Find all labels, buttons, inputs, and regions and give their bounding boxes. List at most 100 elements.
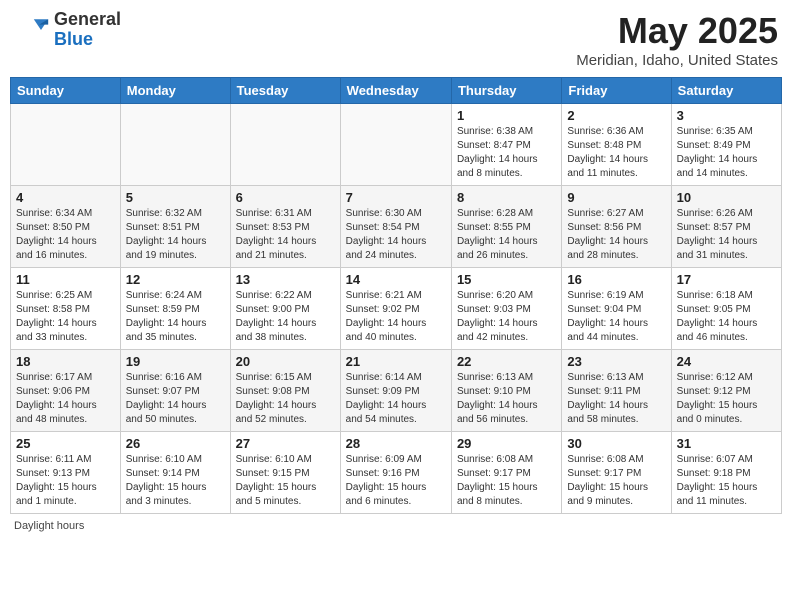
day-info: Sunrise: 6:07 AM Sunset: 9:18 PM Dayligh… xyxy=(677,453,776,509)
calendar-day-header: Saturday xyxy=(671,78,781,104)
day-number: 8 xyxy=(457,190,556,205)
calendar-cell: 30 Sunrise: 6:08 AM Sunset: 9:17 PM Dayli… xyxy=(562,432,671,514)
day-info: Sunrise: 6:21 AM Sunset: 9:02 PM Dayligh… xyxy=(346,289,446,345)
day-info: Sunrise: 6:32 AM Sunset: 8:51 PM Dayligh… xyxy=(126,207,225,263)
day-number: 25 xyxy=(16,436,115,451)
day-info: Sunrise: 6:10 AM Sunset: 9:15 PM Dayligh… xyxy=(236,453,335,509)
calendar-cell: 9 Sunrise: 6:27 AM Sunset: 8:56 PM Daylig… xyxy=(562,186,671,268)
logo-icon xyxy=(14,12,50,48)
calendar-cell: 2 Sunrise: 6:36 AM Sunset: 8:48 PM Daylig… xyxy=(562,104,671,186)
day-number: 17 xyxy=(677,272,776,287)
day-info: Sunrise: 6:15 AM Sunset: 9:08 PM Dayligh… xyxy=(236,371,335,427)
day-number: 20 xyxy=(236,354,335,369)
day-number: 26 xyxy=(126,436,225,451)
day-number: 30 xyxy=(567,436,665,451)
calendar-cell: 25 Sunrise: 6:11 AM Sunset: 9:13 PM Dayli… xyxy=(11,432,121,514)
calendar-cell: 6Sunrise: 6:31 AM Sunset: 8:53 PM Daylig… xyxy=(230,186,340,268)
day-info: Sunrise: 6:11 AM Sunset: 9:13 PM Dayligh… xyxy=(16,453,115,509)
day-info: Sunrise: 6:13 AM Sunset: 9:11 PM Dayligh… xyxy=(567,371,665,427)
day-info: Sunrise: 6:13 AM Sunset: 9:10 PM Dayligh… xyxy=(457,371,556,427)
day-info: Sunrise: 6:10 AM Sunset: 9:14 PM Dayligh… xyxy=(126,453,225,509)
day-number: 27 xyxy=(236,436,335,451)
day-info: Sunrise: 6:38 AM Sunset: 8:47 PM Dayligh… xyxy=(457,125,556,181)
calendar-cell: 15 Sunrise: 6:20 AM Sunset: 9:03 PM Dayli… xyxy=(451,268,561,350)
calendar-day-header: Thursday xyxy=(451,78,561,104)
day-number: 13 xyxy=(236,272,335,287)
day-info: Sunrise: 6:24 AM Sunset: 8:59 PM Dayligh… xyxy=(126,289,225,345)
calendar-location: Meridian, Idaho, United States xyxy=(576,52,778,69)
calendar-cell: 1 Sunrise: 6:38 AM Sunset: 8:47 PM Daylig… xyxy=(451,104,561,186)
calendar-day-header: Monday xyxy=(120,78,230,104)
day-number: 2 xyxy=(567,108,665,123)
day-number: 23 xyxy=(567,354,665,369)
day-info: Sunrise: 6:31 AM Sunset: 8:53 PM Dayligh… xyxy=(236,207,335,263)
day-number: 19 xyxy=(126,354,225,369)
calendar-header-row: SundayMondayTuesdayWednesdayThursdayFrid… xyxy=(11,78,782,104)
calendar-cell: 13 Sunrise: 6:22 AM Sunset: 9:00 PM Dayli… xyxy=(230,268,340,350)
calendar-cell: 21 Sunrise: 6:14 AM Sunset: 9:09 PM Dayli… xyxy=(340,350,451,432)
day-info: Sunrise: 6:35 AM Sunset: 8:49 PM Dayligh… xyxy=(677,125,776,181)
day-number: 22 xyxy=(457,354,556,369)
calendar-cell: 24 Sunrise: 6:12 AM Sunset: 9:12 PM Dayli… xyxy=(671,350,781,432)
day-info: Sunrise: 6:36 AM Sunset: 8:48 PM Dayligh… xyxy=(567,125,665,181)
day-info: Sunrise: 6:20 AM Sunset: 9:03 PM Dayligh… xyxy=(457,289,556,345)
calendar-cell: 20 Sunrise: 6:15 AM Sunset: 9:08 PM Dayli… xyxy=(230,350,340,432)
calendar-title: May 2025 xyxy=(576,10,778,52)
title-block: May 2025 Meridian, Idaho, United States xyxy=(576,10,778,69)
calendar-week-row: 4Sunrise: 6:34 AM Sunset: 8:50 PM Daylig… xyxy=(11,186,782,268)
calendar-cell: 29Sunrise: 6:08 AM Sunset: 9:17 PM Dayli… xyxy=(451,432,561,514)
day-number: 4 xyxy=(16,190,115,205)
calendar-cell: 8Sunrise: 6:28 AM Sunset: 8:55 PM Daylig… xyxy=(451,186,561,268)
day-info: Sunrise: 6:09 AM Sunset: 9:16 PM Dayligh… xyxy=(346,453,446,509)
day-info: Sunrise: 6:08 AM Sunset: 9:17 PM Dayligh… xyxy=(457,453,556,509)
day-info: Sunrise: 6:16 AM Sunset: 9:07 PM Dayligh… xyxy=(126,371,225,427)
calendar-day-header: Tuesday xyxy=(230,78,340,104)
day-info: Sunrise: 6:30 AM Sunset: 8:54 PM Dayligh… xyxy=(346,207,446,263)
calendar-cell: 28 Sunrise: 6:09 AM Sunset: 9:16 PM Dayli… xyxy=(340,432,451,514)
day-info: Sunrise: 6:22 AM Sunset: 9:00 PM Dayligh… xyxy=(236,289,335,345)
day-info: Sunrise: 6:08 AM Sunset: 9:17 PM Dayligh… xyxy=(567,453,665,509)
day-number: 28 xyxy=(346,436,446,451)
calendar-cell: 26 Sunrise: 6:10 AM Sunset: 9:14 PM Dayli… xyxy=(120,432,230,514)
calendar-cell: 10 Sunrise: 6:26 AM Sunset: 8:57 PM Dayli… xyxy=(671,186,781,268)
day-number: 3 xyxy=(677,108,776,123)
day-number: 12 xyxy=(126,272,225,287)
calendar-cell: 7Sunrise: 6:30 AM Sunset: 8:54 PM Daylig… xyxy=(340,186,451,268)
calendar-cell xyxy=(11,104,121,186)
page-header: General Blue May 2025 Meridian, Idaho, U… xyxy=(10,10,782,69)
calendar-week-row: 18 Sunrise: 6:17 AM Sunset: 9:06 PM Dayli… xyxy=(11,350,782,432)
day-number: 15 xyxy=(457,272,556,287)
day-number: 18 xyxy=(16,354,115,369)
logo-blue-text: Blue xyxy=(54,30,121,50)
calendar-cell: 14 Sunrise: 6:21 AM Sunset: 9:02 PM Dayli… xyxy=(340,268,451,350)
day-number: 14 xyxy=(346,272,446,287)
calendar-day-header: Friday xyxy=(562,78,671,104)
logo-general-text: General xyxy=(54,10,121,30)
calendar-day-header: Sunday xyxy=(11,78,121,104)
calendar-cell: 23 Sunrise: 6:13 AM Sunset: 9:11 PM Dayli… xyxy=(562,350,671,432)
calendar-cell xyxy=(340,104,451,186)
calendar-cell: 5Sunrise: 6:32 AM Sunset: 8:51 PM Daylig… xyxy=(120,186,230,268)
day-number: 10 xyxy=(677,190,776,205)
calendar-cell: 19 Sunrise: 6:16 AM Sunset: 9:07 PM Dayli… xyxy=(120,350,230,432)
calendar-cell: 12 Sunrise: 6:24 AM Sunset: 8:59 PM Dayli… xyxy=(120,268,230,350)
day-number: 1 xyxy=(457,108,556,123)
calendar-cell xyxy=(230,104,340,186)
day-number: 9 xyxy=(567,190,665,205)
day-number: 21 xyxy=(346,354,446,369)
day-info: Sunrise: 6:27 AM Sunset: 8:56 PM Dayligh… xyxy=(567,207,665,263)
calendar-week-row: 11Sunrise: 6:25 AM Sunset: 8:58 PM Dayli… xyxy=(11,268,782,350)
calendar-cell: 31 Sunrise: 6:07 AM Sunset: 9:18 PM Dayli… xyxy=(671,432,781,514)
day-info: Sunrise: 6:26 AM Sunset: 8:57 PM Dayligh… xyxy=(677,207,776,263)
calendar-week-row: 1 Sunrise: 6:38 AM Sunset: 8:47 PM Daylig… xyxy=(11,104,782,186)
day-number: 16 xyxy=(567,272,665,287)
calendar-week-row: 25 Sunrise: 6:11 AM Sunset: 9:13 PM Dayli… xyxy=(11,432,782,514)
day-info: Sunrise: 6:17 AM Sunset: 9:06 PM Dayligh… xyxy=(16,371,115,427)
day-info: Sunrise: 6:19 AM Sunset: 9:04 PM Dayligh… xyxy=(567,289,665,345)
day-number: 31 xyxy=(677,436,776,451)
day-info: Sunrise: 6:12 AM Sunset: 9:12 PM Dayligh… xyxy=(677,371,776,427)
calendar-cell: 27 Sunrise: 6:10 AM Sunset: 9:15 PM Dayli… xyxy=(230,432,340,514)
day-number: 24 xyxy=(677,354,776,369)
day-info: Sunrise: 6:14 AM Sunset: 9:09 PM Dayligh… xyxy=(346,371,446,427)
calendar-day-header: Wednesday xyxy=(340,78,451,104)
